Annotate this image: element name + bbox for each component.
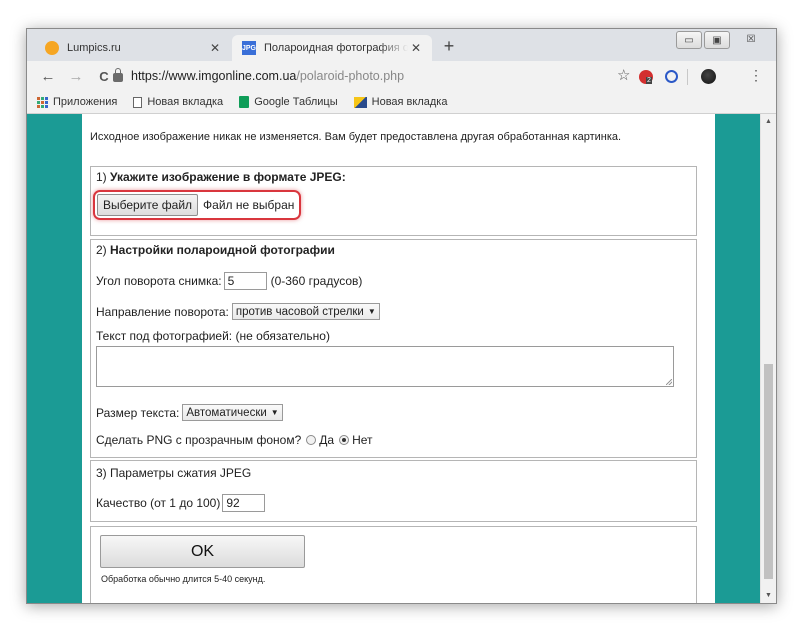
bookmark-label: Google Таблицы bbox=[254, 96, 338, 108]
choose-file-button[interactable]: Выберите файл bbox=[97, 194, 199, 216]
direction-label: Направление поворота: bbox=[96, 304, 229, 319]
page-scrollbar[interactable]: ▲ ▼ bbox=[760, 114, 776, 603]
section-polaroid-settings: 2) Настройки полароидной фотографии Угол… bbox=[90, 239, 697, 458]
section-heading: 1) Укажите изображение в формате JPEG: bbox=[96, 170, 346, 184]
page-viewport: Исходное изображение никак не изменяется… bbox=[27, 114, 776, 603]
reload-icon[interactable]: C bbox=[93, 69, 115, 84]
scroll-down-arrow-icon[interactable]: ▼ bbox=[761, 588, 776, 603]
png-yes-label: Да bbox=[319, 433, 335, 447]
close-window-button[interactable]: ☒ bbox=[732, 31, 770, 47]
maximize-button[interactable]: ▣ bbox=[704, 31, 730, 49]
caption-textarea[interactable] bbox=[96, 346, 674, 387]
intro-text: Исходное изображение никак не изменяется… bbox=[90, 131, 622, 143]
tab-lumpics[interactable]: Lumpics.ru ✕ bbox=[35, 35, 231, 61]
forward-arrow-icon[interactable]: → bbox=[65, 68, 87, 85]
section-submit: OK Обработка обычно длится 5-40 секунд. bbox=[90, 526, 697, 603]
png-row: Сделать PNG с прозрачным фоном? Да Нет bbox=[96, 433, 373, 447]
quality-label: Качество (от 1 до 100) bbox=[96, 496, 221, 510]
bookmark-label: Новая вкладка bbox=[147, 96, 224, 108]
ok-button[interactable]: OK bbox=[100, 535, 305, 568]
bookmark-label: Приложения bbox=[53, 96, 118, 108]
bookmark-google-sheets[interactable]: Google Таблицы bbox=[239, 96, 338, 108]
processing-note: Обработка обычно длится 5-40 секунд. bbox=[101, 574, 266, 584]
back-arrow-icon[interactable]: ← bbox=[37, 68, 59, 85]
bookmark-label: Новая вкладка bbox=[371, 96, 448, 108]
file-status: Файл не выбран bbox=[203, 198, 295, 212]
toolbar-separator bbox=[687, 69, 688, 85]
imgonline-favicon-icon: JPG bbox=[242, 41, 256, 55]
bookmark-apps[interactable]: Приложения bbox=[37, 96, 117, 108]
bookmark-star-icon[interactable]: ☆ bbox=[617, 66, 630, 84]
section-jpeg-compression: 3) Параметры сжатия JPEG Качество (от 1 … bbox=[90, 460, 697, 522]
png-yes-radio[interactable] bbox=[306, 435, 317, 445]
image-icon bbox=[353, 96, 367, 108]
extension-icon[interactable]: 2 bbox=[639, 70, 653, 84]
angle-hint: (0-360 градусов) bbox=[270, 274, 363, 288]
tab-title: Lumpics.ru bbox=[67, 42, 121, 54]
new-tab-button[interactable]: + bbox=[439, 36, 459, 57]
tab-close-icon[interactable]: ✕ bbox=[408, 41, 424, 55]
lock-icon bbox=[113, 68, 123, 82]
menu-dots-icon[interactable]: ⋮ bbox=[749, 67, 763, 84]
angle-input[interactable]: 5 bbox=[223, 272, 267, 290]
quality-row: Качество (от 1 до 100) 92 bbox=[96, 494, 269, 512]
browser-toolbar: ← → C https://www.imgonline.com.ua/polar… bbox=[27, 61, 776, 91]
text-size-select[interactable]: Автоматически ▼ bbox=[182, 404, 283, 421]
section-upload: 1) Укажите изображение в формате JPEG: В… bbox=[90, 166, 697, 236]
quality-input[interactable]: 92 bbox=[222, 494, 266, 512]
file-input-highlight: Выберите файл Файл не выбран bbox=[93, 190, 301, 220]
address-bar[interactable]: https://www.imgonline.com.ua/polaroid-ph… bbox=[113, 65, 666, 87]
page-icon bbox=[133, 96, 143, 108]
lumpics-favicon-icon bbox=[45, 41, 59, 55]
extension-badge: 2 bbox=[646, 77, 652, 84]
direction-select[interactable]: против часовой стрелки ▼ bbox=[231, 303, 380, 320]
png-no-label: Нет bbox=[352, 433, 373, 447]
scroll-up-arrow-icon[interactable]: ▲ bbox=[761, 114, 776, 129]
bookmarks-bar: Приложения Новая вкладка Google Таблицы … bbox=[27, 91, 776, 114]
scrollbar-thumb[interactable] bbox=[764, 364, 773, 579]
google-sheets-icon bbox=[239, 96, 250, 108]
url-path: /polaroid-photo.php bbox=[296, 69, 405, 83]
caption-label: Текст под фотографией: (не обязательно) bbox=[96, 329, 330, 343]
bookmark-new-tab[interactable]: Новая вкладка bbox=[133, 96, 223, 108]
tab-imgonline[interactable]: JPG Полароидная фотография онлайн ✕ bbox=[232, 35, 432, 61]
browser-window: Lumpics.ru ✕ JPG Полароидная фотография … bbox=[26, 28, 777, 604]
section-heading: 2) Настройки полароидной фотографии bbox=[96, 243, 335, 257]
page-content: Исходное изображение никак не изменяется… bbox=[82, 114, 715, 603]
angle-row: Угол поворота снимка: 5 (0-360 градусов) bbox=[96, 272, 362, 290]
minimize-button[interactable]: ▭ bbox=[676, 31, 702, 49]
vpn-extension-icon[interactable] bbox=[665, 70, 678, 83]
tab-close-icon[interactable]: ✕ bbox=[207, 41, 223, 55]
url-host: https://www.imgonline.com.ua bbox=[131, 69, 297, 83]
window-controls: ▭ ▣ ☒ bbox=[674, 31, 770, 49]
dropdown-arrow-icon: ▼ bbox=[270, 408, 279, 417]
apps-grid-icon bbox=[37, 96, 48, 108]
tab-title: Полароидная фотография онлайн bbox=[264, 42, 408, 54]
dropdown-arrow-icon: ▼ bbox=[367, 307, 376, 316]
direction-row: Направление поворота: против часовой стр… bbox=[96, 303, 380, 320]
angle-label: Угол поворота снимка: bbox=[96, 274, 222, 288]
profile-avatar[interactable] bbox=[701, 69, 716, 84]
text-size-label: Размер текста: bbox=[96, 405, 180, 420]
bookmark-new-tab-2[interactable]: Новая вкладка bbox=[353, 96, 448, 108]
png-label: Сделать PNG с прозрачным фоном? bbox=[96, 433, 302, 447]
section-heading: 3) Параметры сжатия JPEG bbox=[96, 466, 252, 480]
tab-strip: Lumpics.ru ✕ JPG Полароидная фотография … bbox=[27, 29, 776, 61]
png-no-radio[interactable] bbox=[339, 435, 350, 445]
caption-label-row: Текст под фотографией: (не обязательно) bbox=[96, 329, 330, 343]
text-size-row: Размер текста: Автоматически ▼ bbox=[96, 404, 283, 421]
